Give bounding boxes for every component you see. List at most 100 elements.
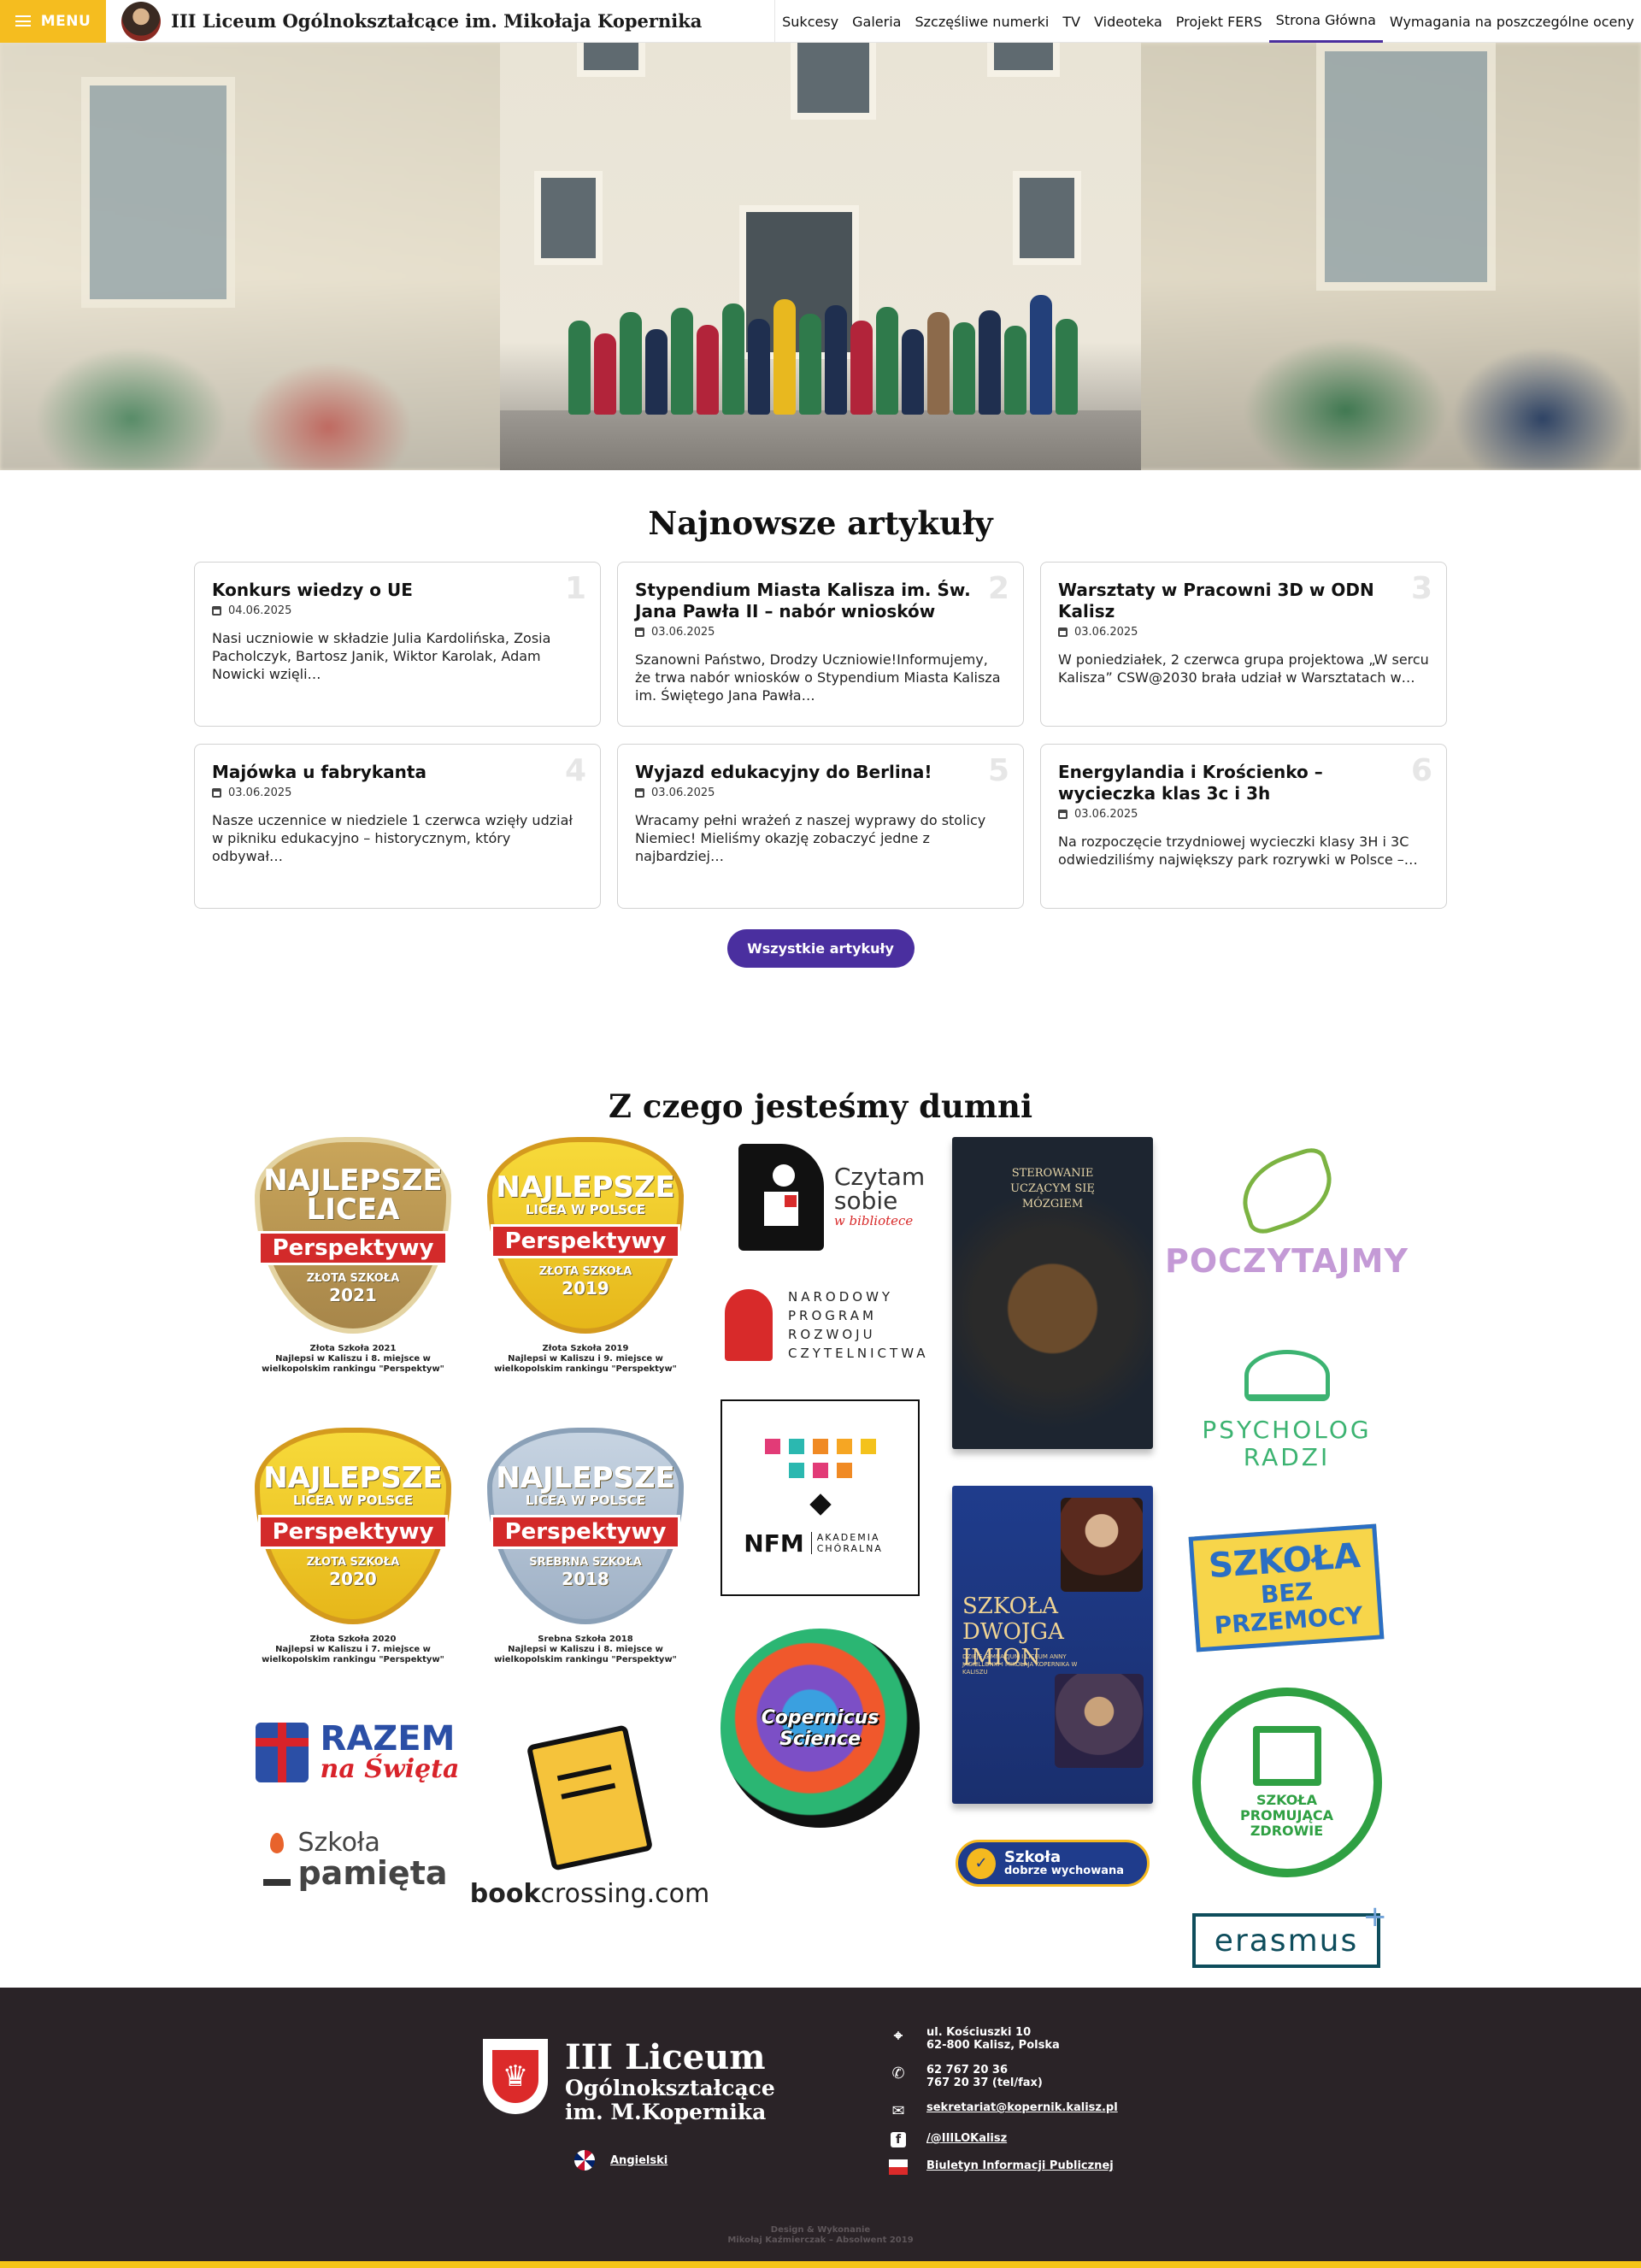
- article-excerpt: Na rozpoczęcie trzydniowej wycieczki kla…: [1058, 834, 1418, 868]
- badge-line1: NAJLEPSZE: [263, 1163, 443, 1198]
- copernicus-science-logo[interactable]: Copernicus Science: [721, 1629, 920, 1828]
- badge-zlota-szkola-2020[interactable]: NAJLEPSZE LICEA W POLSCE Perspektywy ZŁO…: [255, 1428, 451, 1665]
- article-title[interactable]: Stypendium Miasta Kalisza im. Św. Jana P…: [635, 580, 1006, 622]
- badge-zlota-szkola-2019[interactable]: NAJLEPSZE LICEA W POLSCE Perspektywy ZŁO…: [487, 1137, 684, 1375]
- calendar-icon: [212, 606, 221, 616]
- erasmus-logo[interactable]: erasmus +: [1185, 1900, 1387, 1975]
- razem-na-swieta-logo[interactable]: RAZEM na Święta: [255, 1701, 460, 1804]
- address-line2: 62-800 Kalisz, Polska: [926, 2039, 1060, 2052]
- badge-zlota-szkola-2021[interactable]: NAJLEPSZE LICEA Perspektywy ZŁOTA SZKOŁA…: [255, 1137, 451, 1375]
- article-card[interactable]: 2 Stypendium Miasta Kalisza im. Św. Jana…: [617, 562, 1024, 727]
- email-link[interactable]: sekretariat@kopernik.kalisz.pl: [926, 2101, 1118, 2114]
- article-card[interactable]: 3 Warsztaty w Pracowni 3D w ODN Kalisz 0…: [1040, 562, 1447, 727]
- footer-accent-bar: [0, 2261, 1641, 2268]
- hero-window: [81, 77, 235, 308]
- candle-base: [263, 1879, 291, 1886]
- calendar-icon: [635, 788, 644, 798]
- bip-flag-icon: [889, 2159, 908, 2175]
- contact-facebook: f /@IIILOKalisz: [889, 2132, 1118, 2147]
- envelope-icon: ✉: [891, 2101, 905, 2120]
- main-nav: Sukcesy Galeria Szczęśliwe numerki TV Vi…: [774, 0, 1641, 43]
- psycholog-radzi-logo[interactable]: PSYCHOLOG RADZI: [1186, 1334, 1387, 1487]
- article-title[interactable]: Konkurs wiedzy o UE: [212, 580, 583, 601]
- square: [764, 1438, 780, 1454]
- article-title[interactable]: Majówka u fabrykanta: [212, 762, 583, 783]
- locomotive-icon: [725, 1289, 773, 1361]
- nav-item-strona-glowna[interactable]: Strona Główna: [1268, 0, 1383, 43]
- all-articles-button[interactable]: Wszystkie artykuły: [726, 929, 915, 968]
- nav-item-sukcesy[interactable]: Sukcesy: [775, 0, 845, 43]
- article-number: 4: [564, 753, 586, 788]
- facebook-link[interactable]: /@IIILOKalisz: [926, 2132, 1007, 2145]
- badge-line2: LICEA W POLSCE: [525, 1492, 646, 1508]
- copernicus-portrait-logo: [121, 1, 161, 41]
- szkola-dobrze-wychowana-logo[interactable]: ✓ Szkoła dobrze wychowana: [956, 1840, 1150, 1887]
- book-sterowanie-mozgiem[interactable]: STEROWANIE UCZĄCYM SIĘ MÓZGIEM: [952, 1137, 1153, 1449]
- students-group: [560, 286, 1098, 415]
- poczytajmy-logo[interactable]: POCZYTAJMY: [1165, 1137, 1408, 1299]
- article-title[interactable]: Energylandia i Krościenko – wycieczka kl…: [1058, 762, 1429, 804]
- badge-caption-text: Najlepsi w Kaliszu i 7. miejsce w wielko…: [262, 1645, 444, 1664]
- footer-school-logo[interactable]: ♛ III Liceum Ogólnokształcące im. M.Kope…: [483, 2039, 775, 2124]
- square: [788, 1462, 804, 1478]
- address-line1: ul. Kościuszki 10: [926, 2026, 1032, 2039]
- nav-item-projekt-fers[interactable]: Projekt FERS: [1169, 0, 1269, 43]
- nav-item-szczesliwe-numerki[interactable]: Szczęśliwe numerki: [908, 0, 1056, 43]
- site-footer: ♛ III Liceum Ogólnokształcące im. M.Kope…: [0, 1988, 1641, 2261]
- czytam-text-b: sobie: [833, 1187, 898, 1215]
- nav-item-videoteka[interactable]: Videoteka: [1087, 0, 1169, 43]
- szkola-pamieta-logo[interactable]: Szkoła pamięta: [255, 1821, 460, 1898]
- building-window: [987, 43, 1060, 77]
- nav-item-galeria[interactable]: Galeria: [845, 0, 908, 43]
- health-school-icon: SZKOŁA PROMUJĄCA ZDROWIE: [1191, 1688, 1382, 1877]
- article-title[interactable]: Warsztaty w Pracowni 3D w ODN Kalisz: [1058, 580, 1429, 622]
- language-switch[interactable]: Angielski: [574, 2150, 668, 2171]
- article-date: 04.06.2025: [212, 604, 583, 617]
- pamieta-text-a: Szkoła: [297, 1828, 380, 1858]
- article-title[interactable]: Wyjazd edukacyjny do Berlina!: [635, 762, 1006, 783]
- article-date-text: 03.06.2025: [1074, 808, 1138, 821]
- achievements-grid: NAJLEPSZE LICEA Perspektywy ZŁOTA SZKOŁA…: [0, 1137, 1641, 2026]
- bookcrossing-text-a: book: [469, 1878, 541, 1909]
- contact-phone: ✆ 62 767 20 36 767 20 37 (tel/fax): [889, 2064, 1118, 2089]
- badge-caption-title: Złota Szkoła 2020: [309, 1635, 397, 1644]
- szkola-bez-przemocy-logo[interactable]: SZKOŁA BEZ PRZEMOCY: [1188, 1523, 1385, 1652]
- badge-srebrna-szkola-2018[interactable]: NAJLEPSZE LICEA W POLSCE Perspektywy SRE…: [487, 1428, 684, 1665]
- poczytajmy-text: POCZYTAJMY: [1165, 1242, 1409, 1280]
- book-szkola-dwojga-imion[interactable]: SZKOŁA DWOJGA IMION DZIEJE GIMNAZJUM I L…: [952, 1486, 1153, 1804]
- article-number: 6: [1410, 753, 1432, 788]
- book-stripe: [561, 1782, 616, 1800]
- bookcrossing-logo[interactable]: bookcrossing.com: [470, 1718, 709, 1923]
- article-excerpt: Wracamy pełni wrażeń z naszej wyprawy do…: [635, 812, 986, 864]
- badge-year: 2019: [562, 1277, 609, 1299]
- article-date-text: 04.06.2025: [228, 604, 292, 617]
- facebook-icon: f: [891, 2132, 906, 2147]
- article-card[interactable]: 1 Konkurs wiedzy o UE 04.06.2025 Nasi uc…: [194, 562, 601, 727]
- article-card[interactable]: 5 Wyjazd edukacyjny do Berlina! 03.06.20…: [617, 744, 1024, 909]
- przemoc-text-b: BEZ PRZEMOCY: [1213, 1576, 1364, 1640]
- nfm-squares-icon: [764, 1438, 876, 1478]
- czytam-sobie-logo[interactable]: Czytam sobie w bibliotece: [733, 1137, 930, 1257]
- nfm-text: NFM: [744, 1529, 804, 1558]
- building-window: [791, 43, 876, 120]
- article-card[interactable]: 4 Majówka u fabrykanta 03.06.2025 Nasze …: [194, 744, 601, 909]
- article-number: 1: [564, 571, 586, 606]
- szkola-promujaca-zdrowie-logo[interactable]: SZKOŁA PROMUJĄCA ZDROWIE: [1186, 1684, 1387, 1881]
- badge-line3: SREBRNA SZKOŁA: [529, 1555, 642, 1569]
- badge-ribbon: Perspektywy: [257, 1230, 449, 1265]
- walking-book-icon: [526, 1723, 654, 1871]
- article-card[interactable]: 6 Energylandia i Krościenko – wycieczka …: [1040, 744, 1447, 909]
- language-label[interactable]: Angielski: [610, 2154, 668, 2167]
- badge-ribbon: Perspektywy: [257, 1514, 449, 1549]
- bip-link[interactable]: Biuletyn Informacji Publicznej: [926, 2159, 1114, 2172]
- nav-item-wymagania[interactable]: Wymagania na poszczególne oceny: [1383, 0, 1641, 43]
- site-brand[interactable]: III Liceum Ogólnokształcące im. Mikołaja…: [106, 1, 702, 41]
- nav-item-tv[interactable]: TV: [1056, 0, 1087, 43]
- narodowy-program-logo[interactable]: NARODOWY PROGRAM ROZWOJU CZYTELNICTWA: [718, 1282, 932, 1368]
- article-number: 2: [987, 571, 1009, 606]
- nfm-akademia-logo[interactable]: NFM AKADEMIA CHÓRALNA: [721, 1399, 920, 1596]
- menu-button[interactable]: MENU: [0, 0, 106, 43]
- eagle-shield: ♛: [492, 2050, 538, 2103]
- square: [836, 1438, 852, 1454]
- calendar-icon: [1058, 627, 1068, 637]
